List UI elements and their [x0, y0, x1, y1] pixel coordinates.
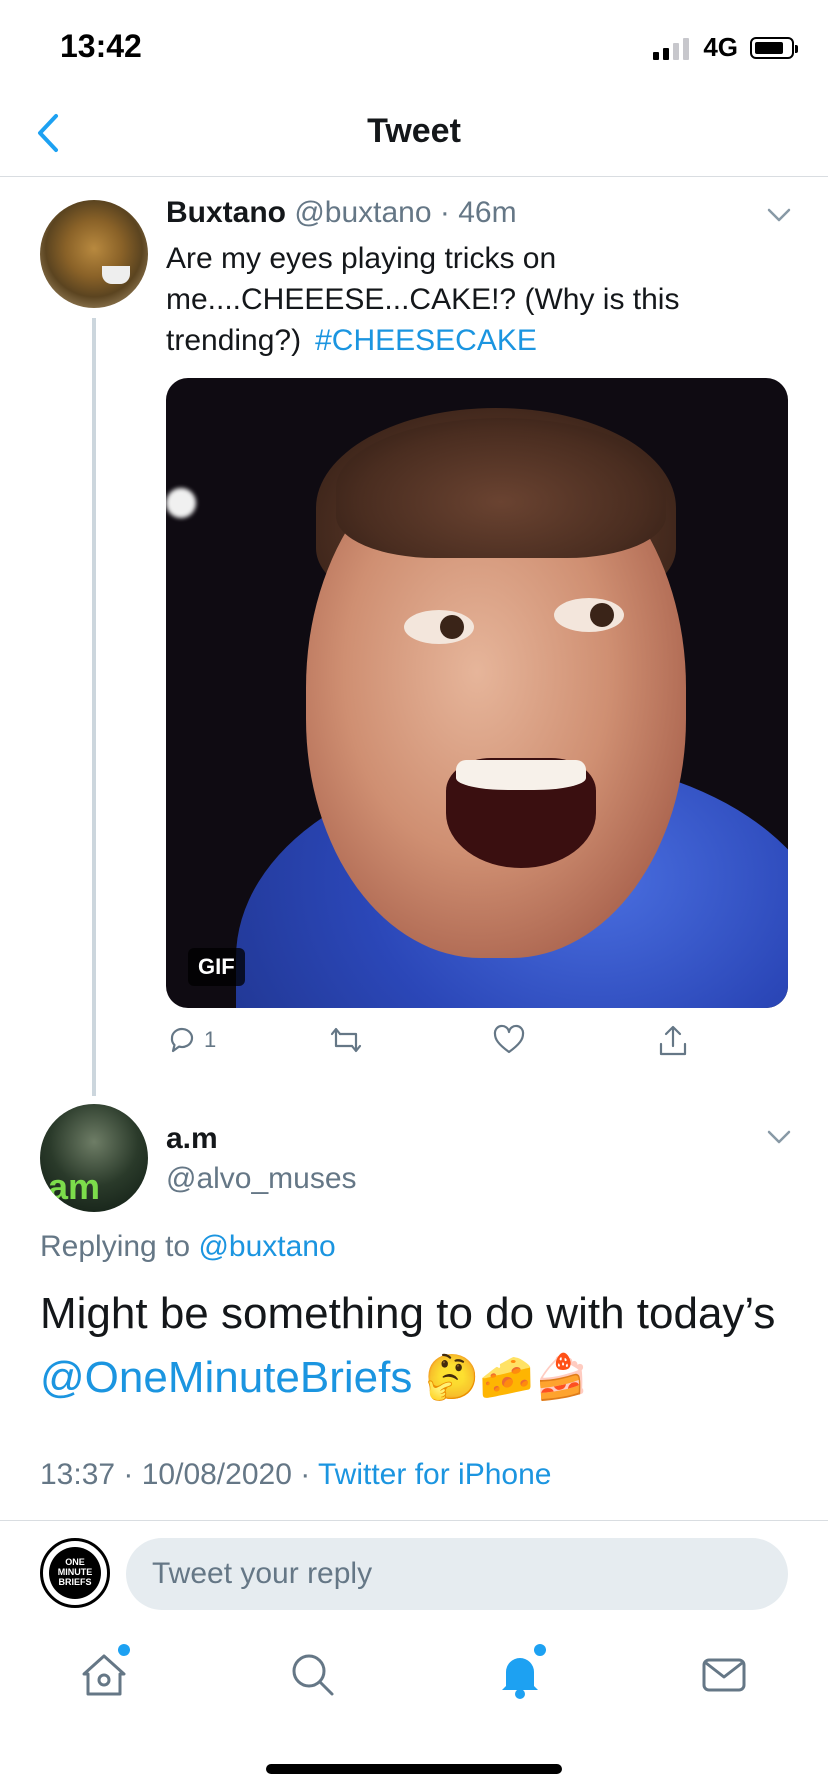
chevron-down-icon[interactable]	[766, 1128, 792, 1146]
timestamp: 13:37 · 10/08/2020 ·	[40, 1458, 311, 1491]
retweet-icon	[330, 1027, 362, 1053]
battery-icon	[750, 36, 798, 59]
author-name[interactable]: Buxtano	[166, 196, 286, 229]
tweet-time: 46m	[458, 196, 517, 229]
tab-search[interactable]	[282, 1644, 342, 1704]
tab-home[interactable]	[74, 1644, 134, 1704]
user-avatar-text: ONE MINUTE BRIEFS	[49, 1547, 101, 1599]
reply-body: Might be something to do with today’s	[40, 1289, 776, 1338]
tweet-header: Buxtano @buxtano · 46m	[166, 196, 517, 230]
share-icon	[659, 1025, 687, 1056]
tab-messages[interactable]	[694, 1644, 754, 1704]
composer-divider	[0, 1520, 828, 1521]
reply-author-name[interactable]: a.m	[166, 1122, 218, 1156]
mention-link[interactable]: @OneMinuteBriefs	[40, 1353, 412, 1402]
author-handle[interactable]: @buxtano	[294, 196, 431, 229]
reply-button[interactable]: 1	[166, 1024, 216, 1056]
replying-prefix: Replying to	[40, 1230, 191, 1263]
retweet-button[interactable]	[328, 1024, 364, 1056]
home-indicator[interactable]	[266, 1764, 562, 1774]
notifications-badge-dot	[534, 1644, 546, 1656]
heart-icon	[493, 1024, 525, 1054]
status-time: 13:42	[60, 28, 142, 64]
reply-input[interactable]	[126, 1538, 788, 1610]
signal-icon	[653, 36, 690, 60]
comment-icon	[170, 1027, 194, 1053]
reply-author-handle[interactable]: @alvo_muses	[166, 1162, 357, 1196]
reply-text: Might be something to do with today’s @O…	[40, 1282, 800, 1410]
avatar[interactable]: am	[40, 1104, 148, 1212]
tweet-meta: 13:37 · 10/08/2020 · Twitter for iPhone	[40, 1458, 551, 1492]
chevron-down-icon[interactable]	[766, 206, 792, 224]
tweet-actions: 1	[166, 1024, 788, 1064]
gif-badge: GIF	[188, 948, 245, 986]
thread-line	[92, 318, 96, 1096]
replying-mention-link[interactable]: @buxtano	[198, 1230, 335, 1263]
reply-emojis: 🤔🧀🍰	[424, 1353, 589, 1402]
tab-notifications[interactable]	[490, 1644, 550, 1704]
tweet-text: Are my eyes playing tricks on me....CHEE…	[166, 238, 776, 361]
user-avatar[interactable]: ONE MINUTE BRIEFS	[40, 1538, 110, 1608]
nav-divider	[0, 176, 828, 177]
messages-icon	[702, 1658, 746, 1692]
reply-count: 1	[204, 1027, 217, 1052]
network-label: 4G	[703, 32, 738, 62]
replying-to: Replying to @buxtano	[40, 1230, 336, 1264]
avatar[interactable]	[40, 200, 148, 308]
tweet-media-gif[interactable]: GIF	[166, 378, 788, 1008]
like-button[interactable]	[492, 1024, 526, 1056]
avatar-text: am	[48, 1166, 101, 1207]
hashtag-link[interactable]: #CHEESECAKE	[315, 324, 537, 357]
home-badge-dot	[118, 1644, 130, 1656]
status-indicators: 4G	[653, 32, 798, 63]
search-icon	[292, 1654, 334, 1696]
page-title: Tweet	[367, 112, 461, 150]
share-button[interactable]	[656, 1024, 690, 1058]
separator: ·	[439, 196, 450, 229]
source-link[interactable]: Twitter for iPhone	[318, 1458, 551, 1491]
